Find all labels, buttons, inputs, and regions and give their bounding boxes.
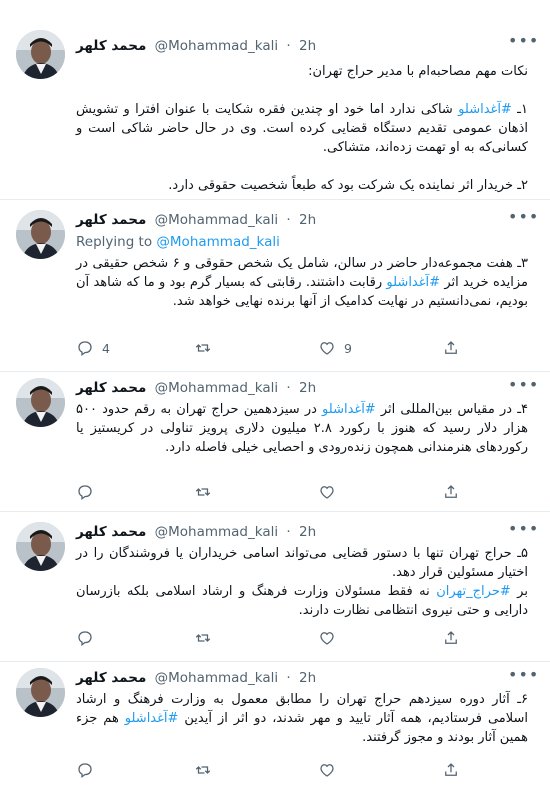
timestamp[interactable]: 2h <box>299 670 316 686</box>
author-name[interactable]: محمد کلهر <box>76 38 146 54</box>
avatar[interactable] <box>16 668 65 717</box>
reply-icon <box>78 631 92 647</box>
tweet[interactable]: محمد کلهر @Mohammad_kali · 2h ••• ۶ـ آثا… <box>0 662 550 793</box>
replying-to: Replying to @Mohammad_kali <box>76 232 280 252</box>
avatar[interactable] <box>16 30 65 79</box>
tweet-line-text: ۱ـ #آغداشلو شاکی ندارد اما خود او چندین … <box>76 102 528 155</box>
share-icon <box>445 485 457 498</box>
share-icon <box>445 631 457 644</box>
retweet-icon <box>195 766 211 774</box>
tweet-line: ۱ـ #آغداشلو شاکی ندارد اما خود او چندین … <box>76 100 528 157</box>
separator: · <box>286 524 291 540</box>
tweet-actions <box>76 628 476 648</box>
share-icon <box>445 341 457 354</box>
timestamp[interactable]: 2h <box>299 380 316 396</box>
tweet-text: ۴ـ در مقیاس بین‌المللی اثر #آغداشلو در س… <box>76 402 529 455</box>
hashtag-link[interactable]: #آغداشلو <box>386 275 440 290</box>
avatar[interactable] <box>16 210 65 259</box>
like-button[interactable]: 9 <box>318 338 352 358</box>
like-button[interactable] <box>318 760 336 780</box>
author-name[interactable]: محمد کلهر <box>76 524 146 540</box>
heart-icon <box>320 342 334 355</box>
tweet-text: ۶ـ آثار دوره سیزدهم حراج تهران را مطابق … <box>76 692 529 745</box>
author-handle[interactable]: @Mohammad_kali <box>155 524 278 540</box>
reply-button[interactable] <box>76 628 94 648</box>
tweet-header: محمد کلهر @Mohammad_kali · 2h <box>76 378 316 398</box>
reply-icon <box>78 485 92 501</box>
tweet-actions <box>76 760 476 780</box>
more-dots-icon[interactable]: ••• <box>508 667 538 686</box>
tweet-line: نکات مهم مصاحبه‌ام با مدیر حراج تهران: <box>308 64 528 79</box>
tweet-header: محمد کلهر @Mohammad_kali · 2h <box>76 668 316 688</box>
retweet-button[interactable] <box>194 760 212 780</box>
like-button[interactable] <box>318 482 336 502</box>
reply-count: 4 <box>102 340 110 356</box>
author-name[interactable]: محمد کلهر <box>76 212 146 228</box>
share-button[interactable] <box>442 482 460 502</box>
more-dots-icon[interactable]: ••• <box>508 209 538 228</box>
share-button[interactable] <box>442 760 460 780</box>
retweet-icon <box>195 344 211 352</box>
share-button[interactable] <box>442 338 460 358</box>
tweet-text: ۵ـ حراج تهران تنها با دستور قضایی می‌توا… <box>76 544 528 620</box>
heart-icon <box>320 764 334 777</box>
separator: · <box>286 38 291 54</box>
reply-button[interactable] <box>76 760 94 780</box>
retweet-button[interactable] <box>194 628 212 648</box>
timestamp[interactable]: 2h <box>299 524 316 540</box>
share-button[interactable] <box>442 628 460 648</box>
reply-icon <box>78 341 92 357</box>
tweet-paragraph: ۵ـ حراج تهران تنها با دستور قضایی می‌توا… <box>76 546 528 580</box>
tweet-header: محمد کلهر @Mohammad_kali · 2h <box>76 210 316 230</box>
tweet[interactable]: محمد کلهر @Mohammad_kali · 2h ••• Replyi… <box>0 200 550 372</box>
tweet-text: نکات مهم مصاحبه‌ام با مدیر حراج تهران: ۱… <box>76 62 528 195</box>
author-handle[interactable]: @Mohammad_kali <box>155 670 278 686</box>
share-icon <box>445 763 457 776</box>
hashtag-link[interactable]: #آغداشلو <box>322 402 376 417</box>
author-name[interactable]: محمد کلهر <box>76 670 146 686</box>
timestamp[interactable]: 2h <box>299 38 316 54</box>
avatar[interactable] <box>16 378 65 427</box>
tweet-actions: 4 9 <box>76 338 476 358</box>
more-dots-icon[interactable]: ••• <box>508 521 538 540</box>
tweet[interactable]: محمد کلهر @Mohammad_kali · 2h ••• نکات م… <box>0 0 550 200</box>
tweet-text: ۳ـ هفت مجموعه‌دار حاضر در سالن، شامل یک … <box>76 256 529 309</box>
hashtag-link[interactable]: #آغداشلو <box>458 102 512 117</box>
reply-icon <box>78 763 92 779</box>
tweet[interactable]: محمد کلهر @Mohammad_kali · 2h ••• ۴ـ در … <box>0 372 550 512</box>
retweet-button[interactable] <box>194 482 212 502</box>
like-button[interactable] <box>318 628 336 648</box>
replying-handle-link[interactable]: @Mohammad_kali <box>156 234 279 250</box>
author-handle[interactable]: @Mohammad_kali <box>155 38 278 54</box>
hashtag-link[interactable]: #آغداشلو <box>125 711 179 726</box>
author-handle[interactable]: @Mohammad_kali <box>155 212 278 228</box>
separator: · <box>286 380 291 396</box>
more-dots-icon[interactable]: ••• <box>508 377 538 396</box>
retweet-icon <box>195 488 211 496</box>
tweet-line: ۲ـ خریدار اثر نماینده یک شرکت بود که طبع… <box>168 178 528 193</box>
heart-icon <box>320 632 334 645</box>
retweet-icon <box>195 634 211 642</box>
author-handle[interactable]: @Mohammad_kali <box>155 380 278 396</box>
tweet-paragraph: بر #حراج_تهران نه فقط مسئولان وزارت فرهن… <box>76 584 528 618</box>
tweet[interactable]: محمد کلهر @Mohammad_kali · 2h ••• ۵ـ حرا… <box>0 512 550 662</box>
separator: · <box>286 212 291 228</box>
heart-icon <box>320 486 334 499</box>
avatar[interactable] <box>16 522 65 571</box>
retweet-button[interactable] <box>194 338 212 358</box>
author-name[interactable]: محمد کلهر <box>76 380 146 396</box>
tweet-actions <box>76 482 476 502</box>
hashtag-link[interactable]: #حراج_تهران <box>436 584 511 599</box>
tweet-header: محمد کلهر @Mohammad_kali · 2h <box>76 36 316 56</box>
separator: · <box>286 670 291 686</box>
tweet-header: محمد کلهر @Mohammad_kali · 2h <box>76 522 316 542</box>
more-dots-icon[interactable]: ••• <box>508 33 538 52</box>
reply-button[interactable] <box>76 482 94 502</box>
timestamp[interactable]: 2h <box>299 212 316 228</box>
like-count: 9 <box>344 340 352 356</box>
replying-label: Replying to <box>76 234 153 250</box>
reply-button[interactable]: 4 <box>76 338 110 358</box>
